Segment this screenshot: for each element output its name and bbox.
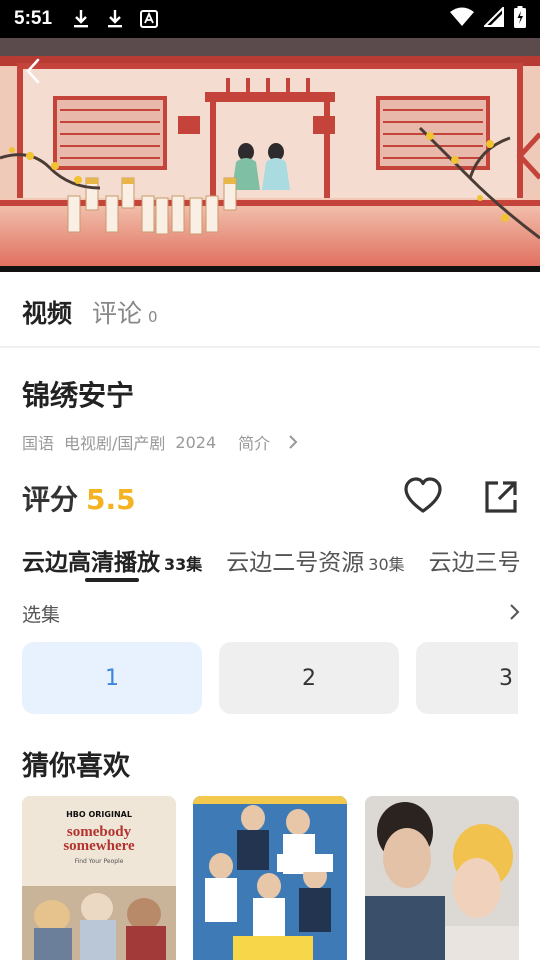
back-button[interactable]: [18, 56, 48, 86]
recommend-title: 猜你喜欢: [22, 751, 130, 782]
poster-tagline: Find Your People: [74, 858, 124, 865]
favorite-button[interactable]: [402, 476, 444, 516]
rating-score: 5.5: [86, 483, 136, 516]
intro-label: 简介: [238, 434, 271, 453]
meta-genre: 电视剧/国产剧: [64, 434, 166, 453]
meta-language: 国语: [22, 434, 55, 453]
tab-video-label: 视频: [22, 299, 73, 328]
poster-card[interactable]: [193, 796, 347, 960]
status-bar: 5:51: [0, 0, 540, 38]
content-tabs: 视频 评论 0: [22, 294, 158, 330]
source-tabs: 云边高清播放 33集 云边二号资源 30集 云边三号: [22, 543, 540, 577]
status-time: 5:51: [14, 8, 53, 29]
poster-card[interactable]: HBO ORIGINAL somebody somewhere Find You…: [22, 796, 176, 960]
poster-image: [365, 796, 519, 960]
poster-image: [22, 796, 176, 960]
episode-button[interactable]: 2: [219, 642, 399, 714]
poster-title-line: somewhere: [63, 838, 135, 854]
source-episodes: 33集: [164, 555, 203, 574]
source-tab-1[interactable]: 云边高清播放 33集: [22, 543, 202, 577]
chevron-right-icon: [510, 604, 520, 620]
rating: 评分 5.5: [22, 478, 136, 518]
episode-more-button[interactable]: [505, 601, 523, 623]
meta-year: 2024: [175, 432, 217, 452]
active-source-indicator: [85, 578, 139, 582]
poster-card[interactable]: [365, 796, 519, 960]
source-name: 云边三号: [428, 550, 521, 576]
recommend-list: HBO ORIGINAL somebody somewhere Find You…: [22, 796, 540, 960]
heart-icon: [404, 477, 442, 513]
tab-video[interactable]: 视频: [22, 294, 72, 330]
show-meta: 国语 电视剧/国产剧 2024 简介: [22, 430, 310, 454]
episode-button[interactable]: 1: [22, 642, 202, 714]
rating-label: 评分: [22, 483, 79, 516]
poster-image: [193, 796, 347, 960]
tab-comments-label: 评论: [92, 299, 143, 328]
source-tab-3[interactable]: 云边三号: [429, 543, 521, 577]
source-tab-2[interactable]: 云边二号资源 30集: [226, 543, 404, 577]
episode-list: 1 2 3: [22, 642, 518, 716]
source-episodes: 30集: [368, 555, 405, 574]
tab-comments[interactable]: 评论 0: [92, 294, 158, 330]
banner-illustration: [0, 38, 540, 270]
battery-icon: [514, 6, 526, 32]
download-icon: [104, 8, 126, 30]
divider: [0, 346, 540, 348]
share-external-icon: [485, 481, 517, 513]
source-name: 云边高清播放: [22, 550, 160, 576]
show-title: 锦绣安宁: [22, 379, 135, 412]
episode-button[interactable]: 3: [416, 642, 518, 714]
download-icon: [70, 8, 92, 30]
app-notification-icon: [138, 8, 160, 30]
poster-badge: HBO ORIGINAL: [66, 810, 132, 819]
signal-icon: [482, 5, 504, 31]
source-name: 云边二号资源: [226, 550, 365, 576]
video-banner[interactable]: [0, 38, 540, 270]
comment-count: 0: [148, 308, 158, 326]
banner-progress-strip: [0, 266, 540, 272]
chevron-right-icon: [289, 435, 298, 449]
episode-select-label: 选集: [22, 604, 61, 626]
intro-link[interactable]: 简介: [238, 430, 300, 454]
share-button[interactable]: [482, 478, 520, 516]
chevron-left-icon: [26, 58, 40, 84]
wifi-icon: [450, 7, 474, 31]
